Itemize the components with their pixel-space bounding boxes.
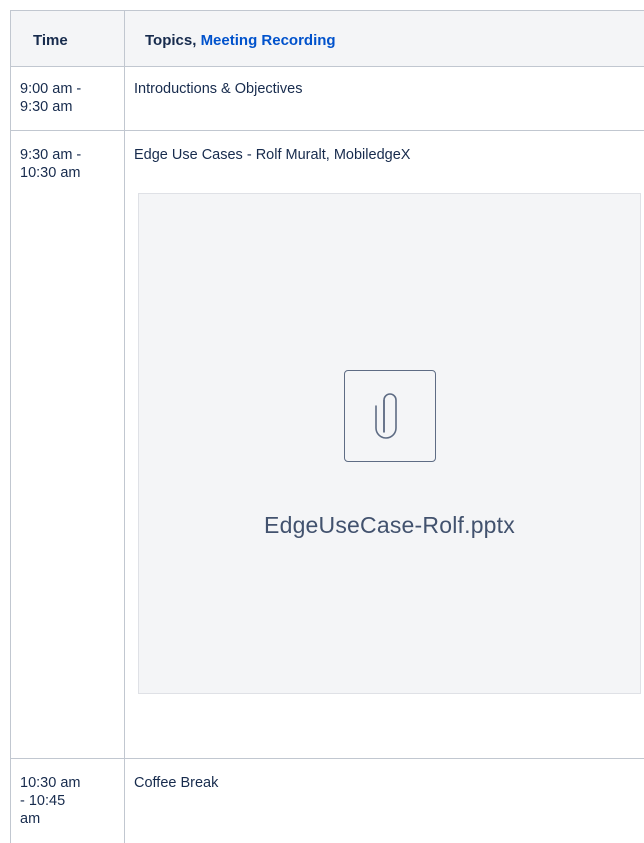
attachment-filename: EdgeUseCase-Rolf.pptx [264, 512, 515, 538]
table-column-divider [124, 10, 125, 843]
topic-cell: Introductions & Objectives [134, 81, 303, 97]
paperclip-icon [344, 370, 436, 462]
time-end-suffix: am [20, 811, 41, 827]
time-start: 9:00 am - [20, 81, 82, 97]
time-cell: 9:30 am - 10:30 am [20, 146, 81, 182]
time-end: 10:30 am [20, 165, 81, 181]
table-divider [10, 66, 644, 67]
time-cell: 10:30 am - 10:45 am [20, 774, 80, 828]
time-end: 9:30 am [20, 99, 73, 115]
topic-cell: Edge Use Cases - Rolf Muralt, MobiledgeX [134, 147, 411, 163]
time-cell: 9:00 am - 9:30 am [20, 80, 81, 116]
topic-cell: Coffee Break [134, 775, 219, 791]
table-divider [10, 130, 644, 131]
time-start: 10:30 am [20, 775, 81, 791]
table-border-top [10, 10, 644, 11]
topics-header-label: Topics, [145, 32, 201, 49]
table-border-left [10, 10, 11, 843]
attachment-preview[interactable]: EdgeUseCase-Rolf.pptx [138, 193, 641, 694]
time-column-header: Time [33, 32, 68, 49]
time-end: - 10:45 [20, 793, 66, 809]
meeting-recording-link[interactable]: Meeting Recording [201, 32, 336, 49]
topics-column-header: Topics, Meeting Recording [145, 32, 336, 50]
time-start: 9:30 am - [20, 147, 82, 163]
table-divider [10, 758, 644, 759]
